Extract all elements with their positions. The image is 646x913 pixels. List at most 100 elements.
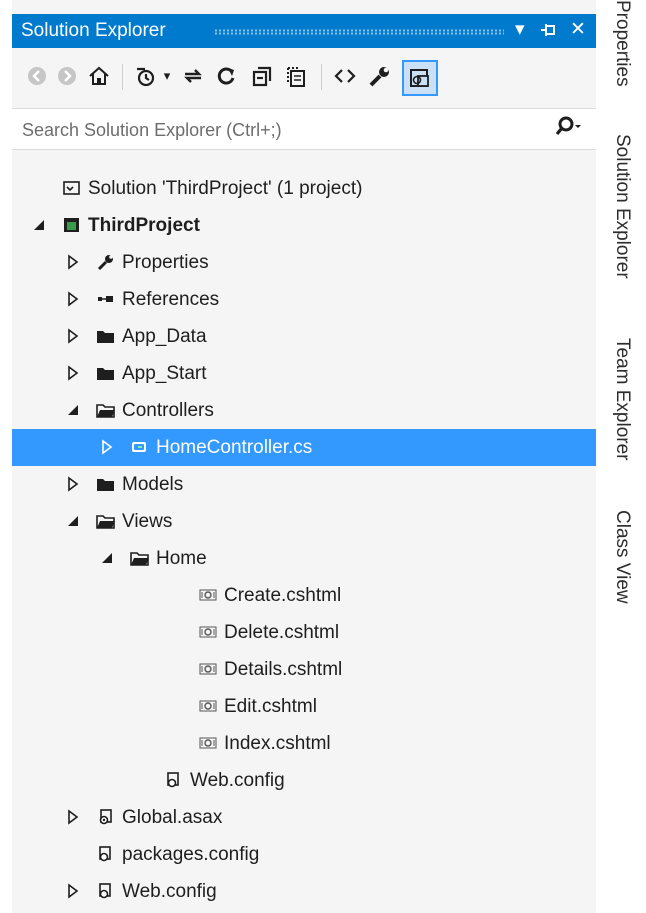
razor-file-icon	[198, 660, 218, 678]
collapsed-arrow-icon[interactable]	[66, 364, 80, 382]
tree-item[interactable]: Delete.cshtml	[12, 614, 596, 651]
tree-item[interactable]: Solution 'ThirdProject' (1 project)	[12, 170, 596, 207]
razor-file-icon	[198, 697, 218, 715]
tree-item[interactable]: Web.config	[12, 762, 596, 799]
tree-item[interactable]: Edit.cshtml	[12, 688, 596, 725]
collapse-all-icon[interactable]	[248, 62, 276, 90]
folder-open-icon	[96, 512, 116, 530]
drag-grip[interactable]	[214, 29, 504, 35]
project-icon	[62, 216, 82, 234]
panel-title: Solution Explorer	[21, 20, 166, 41]
window-position-dropdown-icon[interactable]: ▾	[515, 18, 525, 41]
tree-item-label: Web.config	[122, 881, 217, 902]
config-file-icon	[96, 882, 116, 900]
collapsed-arrow-icon[interactable]	[66, 327, 80, 345]
tab-solution-explorer[interactable]: Solution Explorer	[611, 134, 633, 279]
folder-icon	[96, 475, 116, 493]
tree-item-label: App_Start	[122, 363, 207, 384]
tree-item[interactable]: Index.cshtml	[12, 725, 596, 762]
search-box[interactable]	[12, 108, 596, 151]
preview-selected-items-icon[interactable]	[402, 60, 438, 96]
tree-item[interactable]: packages.config	[12, 836, 596, 873]
tree-item[interactable]: Home	[12, 540, 596, 577]
tree-item[interactable]: Controllers	[12, 392, 596, 429]
forward-icon[interactable]	[55, 62, 79, 90]
solution-explorer-panel: Solution Explorer ▾ ✕ ▾ Search Solution …	[12, 0, 596, 913]
collapsed-arrow-icon[interactable]	[66, 290, 80, 308]
show-all-files-icon[interactable]	[282, 62, 310, 90]
wrench-icon	[96, 253, 116, 271]
tree-item[interactable]: Models	[12, 466, 596, 503]
expanded-arrow-icon[interactable]	[66, 401, 80, 419]
collapsed-arrow-icon[interactable]	[66, 253, 80, 271]
collapsed-arrow-icon[interactable]	[66, 475, 80, 493]
toolbar-separator	[321, 64, 322, 90]
tab-properties[interactable]: Properties	[611, 0, 633, 87]
collapsed-arrow-icon[interactable]	[66, 808, 80, 826]
asax-file-icon	[96, 808, 116, 826]
tree-item-label: Web.config	[190, 770, 285, 791]
tree-item-label: Views	[122, 511, 173, 532]
expanded-arrow-icon[interactable]	[66, 512, 80, 530]
tab-team-explorer[interactable]: Team Explorer	[611, 338, 633, 461]
sync-with-document-icon[interactable]	[179, 62, 207, 90]
tree-item-label: Home	[156, 548, 207, 569]
solution-icon	[62, 179, 82, 197]
folder-open-icon	[130, 549, 150, 567]
tree-item[interactable]: Web.config	[12, 873, 596, 910]
tree-item-label: HomeController.cs	[156, 437, 313, 458]
tree-item-label: References	[122, 289, 220, 310]
filter-dropdown-icon[interactable]: ▾	[160, 62, 174, 90]
search-input[interactable]	[12, 109, 554, 151]
properties-wrench-icon[interactable]	[366, 62, 394, 90]
tree-item-label: Create.cshtml	[224, 585, 342, 606]
tree-item[interactable]: References	[12, 281, 596, 318]
config-file-icon	[164, 771, 184, 789]
back-icon[interactable]	[25, 62, 49, 90]
view-code-icon[interactable]	[330, 62, 360, 90]
search-icon[interactable]	[552, 113, 582, 143]
razor-file-icon	[198, 586, 218, 604]
auto-hide-pin-icon[interactable]	[539, 18, 559, 48]
tree-item[interactable]: ThirdProject	[12, 207, 596, 244]
config-file-icon	[96, 845, 116, 863]
references-icon	[96, 290, 116, 308]
toolbar-separator	[122, 64, 123, 90]
tree-item-label: packages.config	[122, 844, 260, 865]
collapsed-arrow-icon[interactable]	[66, 882, 80, 900]
refresh-icon[interactable]	[212, 62, 240, 90]
tree-item[interactable]: Views	[12, 503, 596, 540]
folder-open-icon	[96, 401, 116, 419]
tree-item[interactable]: Details.cshtml	[12, 651, 596, 688]
collapsed-arrow-icon[interactable]	[100, 438, 114, 456]
tree-item[interactable]: App_Data	[12, 318, 596, 355]
folder-icon	[96, 364, 116, 382]
tree-item-label: ThirdProject	[88, 215, 200, 236]
title-bar[interactable]: Solution Explorer ▾ ✕	[12, 14, 596, 48]
tree-item-label: Models	[122, 474, 184, 495]
pending-changes-filter-icon[interactable]	[132, 62, 158, 90]
tree-item-label: Index.cshtml	[224, 733, 331, 754]
tree-item-label: Global.asax	[122, 807, 223, 828]
expanded-arrow-icon[interactable]	[100, 549, 114, 567]
tree-item-label: Controllers	[122, 400, 214, 421]
tab-class-view[interactable]: Class View	[611, 510, 633, 604]
tree-item-label: Details.cshtml	[224, 659, 343, 680]
folder-icon	[96, 327, 116, 345]
side-tab-bar: Properties Solution Explorer Team Explor…	[608, 0, 646, 913]
tree-item-label: Edit.cshtml	[224, 696, 317, 717]
home-icon[interactable]	[85, 62, 113, 90]
tree-item-label: Solution 'ThirdProject' (1 project)	[88, 178, 363, 199]
expanded-arrow-icon[interactable]	[32, 216, 46, 234]
close-icon[interactable]: ✕	[570, 18, 586, 41]
tree-item[interactable]: HomeController.cs	[12, 429, 596, 466]
tree-item[interactable]: Properties	[12, 244, 596, 281]
toolbar: ▾	[12, 48, 596, 104]
tree-item[interactable]: App_Start	[12, 355, 596, 392]
razor-file-icon	[198, 623, 218, 641]
tree-item-label: App_Data	[122, 326, 207, 347]
tree-item-label: Delete.cshtml	[224, 622, 340, 643]
csharp-file-icon	[130, 438, 150, 456]
tree-item[interactable]: Create.cshtml	[12, 577, 596, 614]
tree-item[interactable]: Global.asax	[12, 799, 596, 836]
